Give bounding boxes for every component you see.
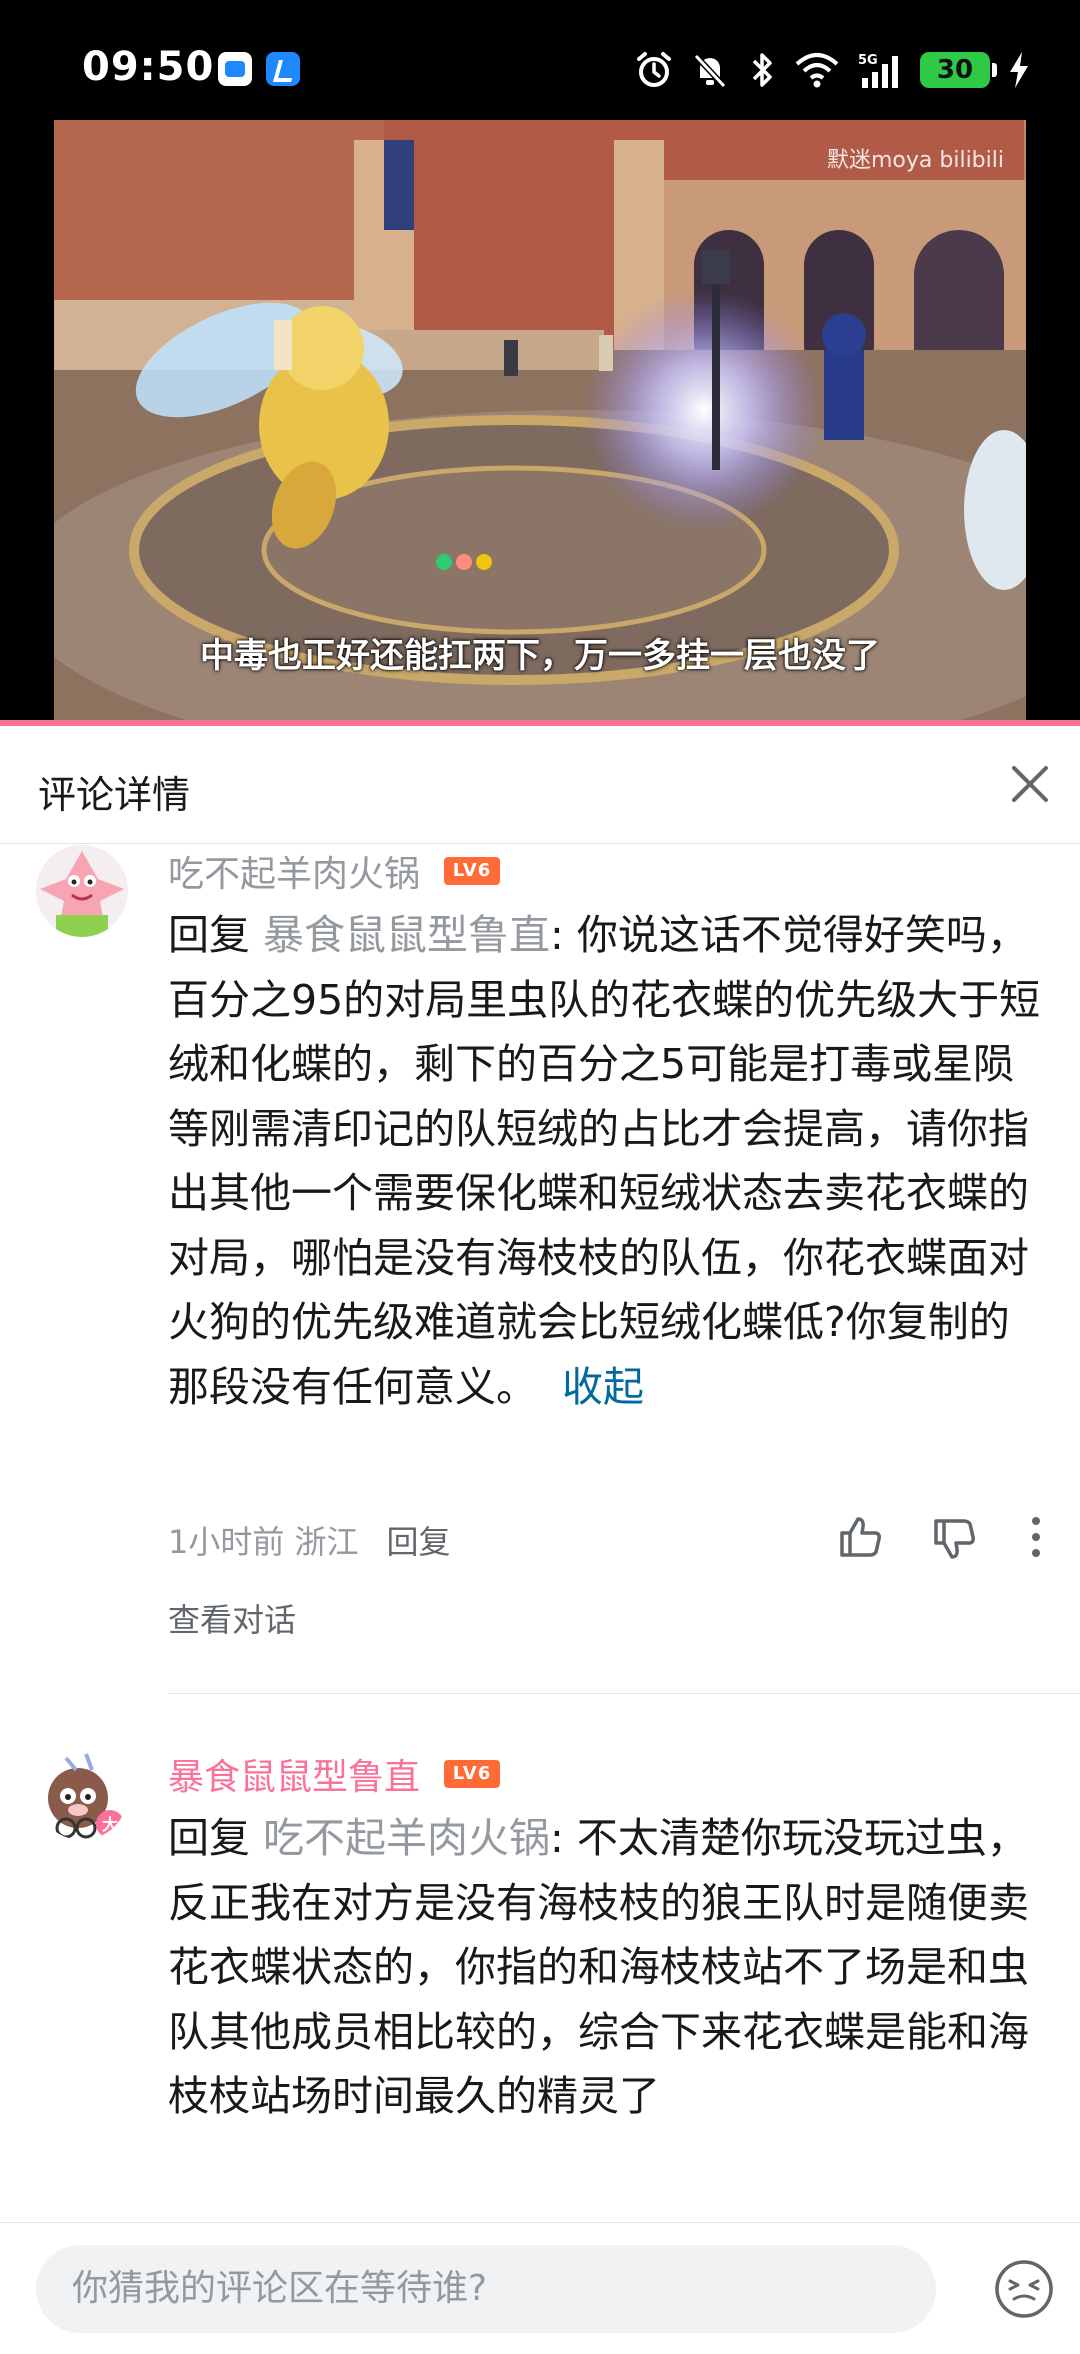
- comment-divider: [168, 1693, 1080, 1694]
- patrick-avatar-image: [36, 845, 128, 937]
- svg-text:大: 大: [102, 1815, 118, 1834]
- comment-meta: 1小时前 浙江 回复: [168, 1517, 451, 1563]
- reply-prefix: 回复: [168, 911, 250, 959]
- status-time: 09:50: [82, 44, 215, 90]
- mention-link[interactable]: 暴食鼠鼠型鲁直: [263, 911, 550, 959]
- notification-app-icon: [266, 52, 300, 86]
- level-badge: LV6: [444, 857, 501, 885]
- cellular-signal-icon: 5G: [858, 53, 898, 88]
- reply-button[interactable]: 回复: [387, 1517, 451, 1563]
- wifi-icon: [795, 53, 839, 88]
- avatar[interactable]: [36, 845, 128, 937]
- alarm-icon: [637, 52, 671, 87]
- charging-icon: [1010, 52, 1028, 88]
- more-vertical-icon[interactable]: [1012, 1513, 1060, 1561]
- page-title: 评论详情: [38, 773, 191, 817]
- comment-content: 回复 暴食鼠鼠型鲁直: 你说这话不觉得好笑吗，百分之95的对局里虫队的花衣蝶的优…: [168, 903, 1048, 1419]
- video-player[interactable]: 默迷moya bilibili 中毒也正好还能扛两下，万一多挂一层也没了: [54, 120, 1026, 726]
- username[interactable]: 暴食鼠鼠型鲁直: [168, 1748, 420, 1800]
- comment-detail-header: 评论详情: [0, 726, 1080, 844]
- close-icon[interactable]: [1002, 756, 1058, 812]
- comment-text: : 你说这话不觉得好笑吗，百分之95的对局里虫队的花衣蝶的优先级大于短绒和化蝶的…: [168, 911, 1041, 1411]
- comment-author[interactable]: 暴食鼠鼠型鲁直 LV6: [168, 1748, 501, 1800]
- comment-content: 回复 吃不起羊肉火锅: 不太清楚你玩没玩过虫，反正我在对方是没有海枝枝的狼王队时…: [168, 1806, 1048, 2129]
- thumbs-down-icon[interactable]: [930, 1515, 978, 1563]
- thumbs-up-icon[interactable]: [836, 1513, 884, 1561]
- level-badge: LV6: [444, 1760, 501, 1788]
- bluetooth-icon: [752, 53, 772, 87]
- battery-indicator: 30: [920, 52, 997, 88]
- svg-text:5G: 5G: [858, 53, 878, 68]
- status-bar: 09:50 5G 30: [0, 0, 1080, 120]
- emoji-icon[interactable]: [992, 2257, 1056, 2321]
- video-watermark: 默迷moya bilibili: [827, 148, 1004, 173]
- comment-author[interactable]: 吃不起羊肉火锅 LV6: [168, 845, 501, 897]
- username[interactable]: 吃不起羊肉火锅: [168, 845, 420, 897]
- collapse-link[interactable]: 收起: [562, 1363, 644, 1411]
- system-icons: 5G 30: [634, 48, 1032, 92]
- comment-input-bar: 你猜我的评论区在等待谁?: [0, 2222, 1080, 2354]
- view-conversation-link[interactable]: 查看对话: [168, 1595, 296, 1641]
- mention-link[interactable]: 吃不起羊肉火锅: [263, 1814, 550, 1862]
- mute-bell-icon: [693, 53, 727, 89]
- comment-time-location: 1小时前 浙江: [168, 1523, 359, 1561]
- video-subtitle: 中毒也正好还能扛两下，万一多挂一层也没了: [200, 636, 880, 676]
- avatar[interactable]: 大: [36, 1748, 128, 1840]
- notification-app-icon: [218, 52, 252, 86]
- reply-prefix: 回复: [168, 1814, 250, 1862]
- comment-input[interactable]: 你猜我的评论区在等待谁?: [36, 2245, 936, 2333]
- creature-avatar-image: 大: [36, 1748, 128, 1840]
